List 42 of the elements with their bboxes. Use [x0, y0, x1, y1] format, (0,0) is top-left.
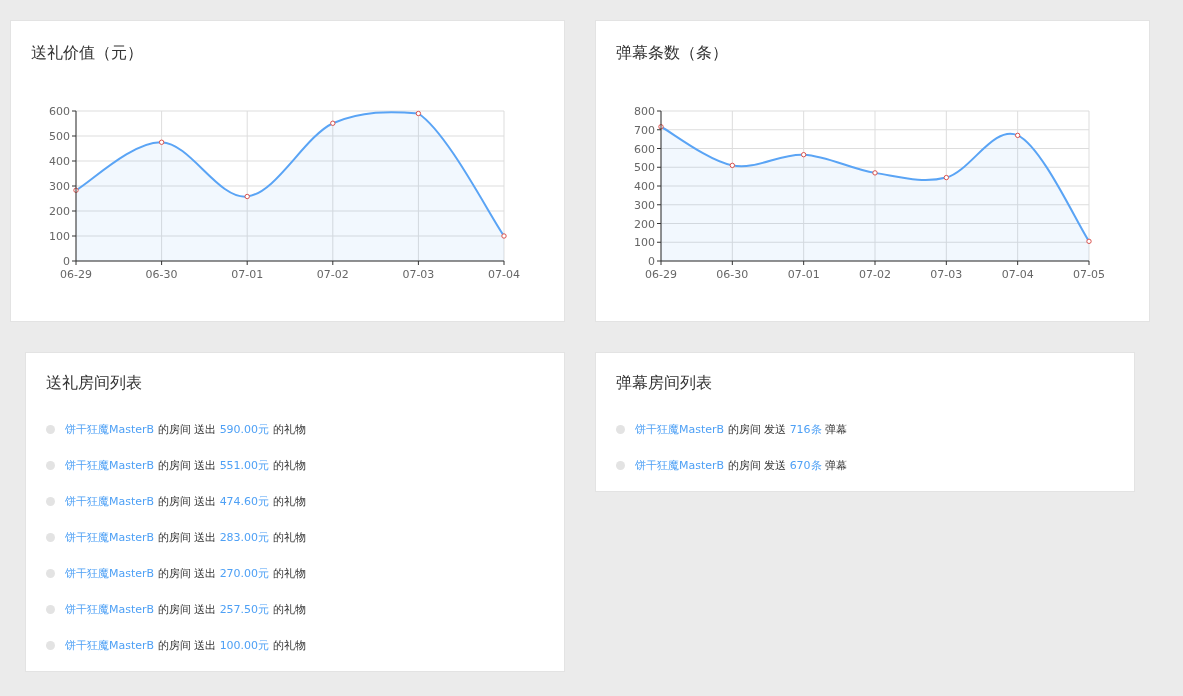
chart-title: 送礼价值（元）	[31, 43, 144, 63]
list-item-text: 饼干狂魔MasterB 的房间 送出 551.00元 的礼物	[65, 457, 306, 473]
y-axis-label: 400	[49, 155, 70, 168]
y-axis-label: 100	[634, 236, 655, 250]
y-axis-label: 300	[634, 198, 655, 212]
x-axis-label: 06-29	[60, 268, 92, 281]
list-item-text: 饼干狂魔MasterB 的房间 送出 257.50元 的礼物	[65, 601, 306, 617]
list-item-text: 饼干狂魔MasterB 的房间 送出 283.00元 的礼物	[65, 529, 306, 545]
y-axis-label: 700	[634, 123, 655, 137]
x-axis-label: 07-03	[930, 268, 963, 281]
x-axis-label: 06-30	[716, 268, 749, 281]
list-item-text: 饼干狂魔MasterB 的房间 发送 670条 弹幕	[635, 457, 848, 473]
y-axis-label: 400	[634, 180, 655, 193]
y-axis-label: 300	[49, 180, 70, 193]
y-axis-label: 0	[63, 255, 70, 268]
y-axis-label: 600	[634, 142, 655, 156]
y-axis-label: 600	[49, 105, 70, 118]
list-item-text: 饼干狂魔MasterB 的房间 送出 270.00元 的礼物	[65, 565, 306, 581]
x-axis-label: 06-29	[645, 268, 677, 281]
x-axis-label: 06-30	[145, 268, 178, 281]
y-axis-label: 800	[634, 105, 655, 118]
y-axis-label: 100	[49, 230, 70, 243]
x-axis-label: 07-03	[402, 268, 435, 281]
y-axis-label: 200	[634, 217, 655, 231]
list-title: 送礼房间列表	[46, 373, 143, 393]
list-item-text: 饼干狂魔MasterB 的房间 发送 716条 弹幕	[635, 421, 848, 437]
chart-title: 弹幕条数（条）	[616, 43, 729, 63]
list-item-text: 饼干狂魔MasterB 的房间 送出 590.00元 的礼物	[65, 421, 306, 437]
y-axis-label: 500	[49, 130, 70, 143]
y-axis-label: 200	[49, 205, 70, 218]
x-axis-label: 07-01	[787, 268, 820, 281]
x-axis-label: 07-02	[316, 268, 349, 281]
x-axis-label: 07-04	[1001, 268, 1034, 281]
list-title: 弹幕房间列表	[616, 373, 713, 393]
x-axis-label: 07-02	[859, 268, 891, 281]
y-axis-label: 0	[648, 255, 655, 268]
list-item-text: 饼干狂魔MasterB 的房间 送出 100.00元 的礼物	[65, 637, 306, 653]
x-axis-label: 07-04	[488, 268, 520, 281]
list-item-text: 饼干狂魔MasterB 的房间 送出 474.60元 的礼物	[65, 493, 306, 509]
y-axis-label: 500	[634, 161, 655, 175]
x-axis-label: 07-05	[1073, 268, 1105, 281]
x-axis-label: 07-01	[231, 268, 264, 281]
